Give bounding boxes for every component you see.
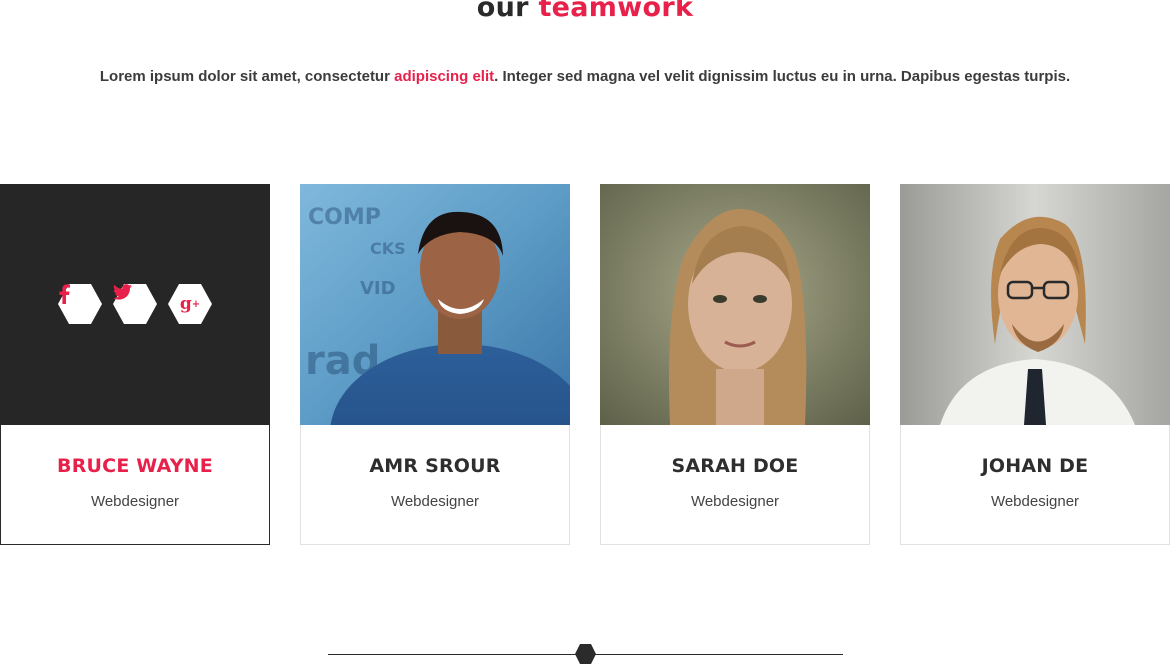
member-name[interactable]: BRUCE WAYNE xyxy=(1,455,269,477)
member-role: Webdesigner xyxy=(990,493,1080,510)
team-card-amr-srour[interactable]: COMP CKS VID rad AMR SROUR Webdesigner xyxy=(300,184,570,545)
team-photo-sarah-doe xyxy=(600,184,870,425)
intro-text-before: Lorem ipsum dolor sit amet, consectetur xyxy=(99,68,395,85)
member-name[interactable]: JOHAN DE xyxy=(901,455,1169,477)
team-photo-bruce-wayne: g + xyxy=(0,184,270,425)
facebook-link[interactable] xyxy=(58,284,102,324)
social-links: g + xyxy=(58,284,218,326)
member-role: Webdesigner xyxy=(690,493,780,510)
twitter-link[interactable] xyxy=(113,284,157,324)
team-photo-johan-de xyxy=(900,184,1170,425)
team-card-sarah-doe[interactable]: SARAH DOE Webdesigner xyxy=(600,184,870,545)
team-info: BRUCE WAYNE Webdesigner xyxy=(1,425,269,510)
team-photo-amr-srour: COMP CKS VID rad xyxy=(300,184,570,425)
team-grid: g + BRUCE WAYNE Webdesigner COMP CKS VID… xyxy=(0,184,1170,545)
team-info: AMR SROUR Webdesigner xyxy=(301,425,569,510)
svg-text:COMP: COMP xyxy=(308,205,381,230)
google-plus-link[interactable]: g + xyxy=(168,284,212,324)
member-name[interactable]: SARAH DOE xyxy=(601,455,869,477)
team-info: JOHAN DE Webdesigner xyxy=(901,425,1169,510)
member-name[interactable]: AMR SROUR xyxy=(301,455,569,477)
twitter-icon xyxy=(113,284,157,324)
team-card-johan-de[interactable]: JOHAN DE Webdesigner xyxy=(900,184,1170,545)
section-title-plain: our xyxy=(476,0,529,23)
social-overlay: g + xyxy=(0,184,270,425)
section-title-accent: teamwork xyxy=(538,0,694,23)
svg-text:CKS: CKS xyxy=(370,239,406,258)
intro-link[interactable]: adipiscing elit xyxy=(394,68,494,85)
intro-text-after: . Integer sed magna vel velit dignissim … xyxy=(494,68,1071,85)
team-info: SARAH DOE Webdesigner xyxy=(601,425,869,510)
facebook-icon xyxy=(58,284,102,324)
team-card-bruce-wayne[interactable]: g + BRUCE WAYNE Webdesigner xyxy=(0,184,270,545)
section-intro: Lorem ipsum dolor sit amet, consectetur … xyxy=(0,68,1170,85)
google-plus-icon: g + xyxy=(179,294,201,314)
member-role: Webdesigner xyxy=(390,493,480,510)
hexagon-divider-icon xyxy=(575,644,596,664)
section-divider xyxy=(328,644,843,664)
section-title: our teamwork xyxy=(0,0,1170,23)
member-role: Webdesigner xyxy=(90,493,180,510)
svg-text:VID: VID xyxy=(360,278,396,299)
